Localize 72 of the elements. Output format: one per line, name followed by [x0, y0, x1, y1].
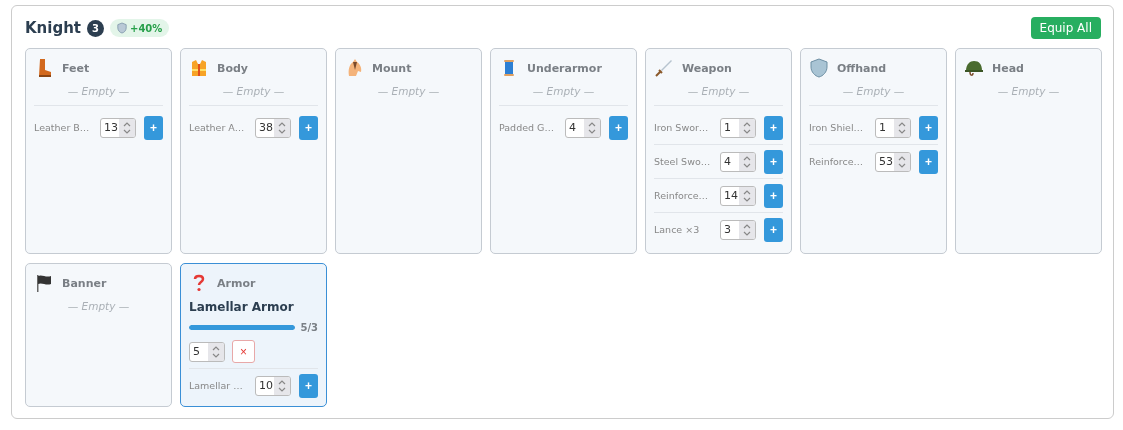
empty-text: — Empty —: [654, 85, 783, 106]
slot-title: Weapon: [682, 61, 732, 75]
empty-text: — Empty —: [809, 85, 938, 106]
spinner-icon[interactable]: [742, 154, 752, 169]
spinner-icon[interactable]: [742, 188, 752, 203]
quantity-field[interactable]: 14: [720, 185, 756, 206]
count-badge: 3: [87, 19, 105, 37]
slot-title: Underarmor: [527, 61, 602, 75]
quantity-field[interactable]: 3: [720, 219, 756, 240]
item-name: Iron Shiel…: [809, 122, 865, 133]
spinner-icon[interactable]: [277, 120, 287, 135]
quantity-field[interactable]: 4: [565, 117, 601, 138]
helmet-icon: [964, 58, 984, 78]
add-button[interactable]: +: [764, 115, 783, 140]
add-button[interactable]: +: [764, 183, 783, 208]
add-button[interactable]: +: [609, 115, 628, 140]
slot-title: Offhand: [837, 61, 887, 75]
quantity-field[interactable]: 4: [720, 151, 756, 172]
item-name: Iron Swor…: [654, 122, 710, 133]
quantity-field[interactable]: 53: [875, 151, 911, 172]
progress-reading: 5/3: [300, 322, 318, 333]
slot-title: Head: [992, 61, 1024, 75]
slot-title: Body: [217, 61, 248, 75]
unit-title: Knight: [25, 19, 82, 37]
shield-icon: [117, 22, 128, 34]
slot-title: Mount: [372, 61, 412, 75]
item-name: Leather A…: [189, 122, 246, 133]
vest-icon: [189, 58, 209, 78]
bonus-text: +40%: [130, 22, 163, 34]
add-button[interactable]: +: [299, 115, 318, 140]
dagger-icon: [654, 58, 674, 78]
quantity-field[interactable]: 1: [875, 117, 911, 138]
spinner-icon[interactable]: [122, 120, 132, 135]
spinner-icon[interactable]: [897, 120, 907, 135]
quantity-field[interactable]: 1: [720, 117, 756, 138]
item-name: Leather B…: [34, 122, 91, 133]
spinner-icon[interactable]: [277, 378, 287, 393]
remove-button[interactable]: ×: [232, 340, 255, 363]
add-button[interactable]: +: [764, 149, 783, 174]
empty-text: — Empty —: [34, 85, 163, 106]
spinner-icon[interactable]: [897, 154, 907, 169]
shield-icon: [809, 58, 829, 78]
item-name: Lance ×3: [654, 224, 701, 235]
spinner-icon[interactable]: [742, 120, 752, 135]
empty-text: — Empty —: [66, 300, 131, 314]
item-name: Padded G…: [499, 122, 555, 133]
slot-title: Banner: [62, 276, 107, 290]
flag-icon: [34, 273, 54, 293]
empty-text: — Empty —: [499, 85, 628, 106]
empty-text: — Empty —: [996, 85, 1061, 99]
slot-title: Feet: [62, 61, 90, 75]
quantity-field[interactable]: 5: [189, 341, 225, 362]
empty-text: — Empty —: [376, 85, 441, 99]
spinner-icon[interactable]: [211, 344, 221, 359]
quantity-field[interactable]: 38: [255, 117, 291, 138]
quantity-field[interactable]: 13: [100, 117, 136, 138]
equip-all-button[interactable]: Equip All: [1030, 17, 1101, 39]
item-name: Reinforce…: [654, 190, 710, 201]
empty-text: — Empty —: [189, 85, 318, 106]
slot-title: Armor: [217, 276, 256, 290]
item-name: Lamellar …: [189, 380, 244, 391]
add-button[interactable]: +: [919, 115, 938, 140]
add-button[interactable]: +: [299, 373, 318, 398]
item-name: Reinforce…: [809, 156, 865, 167]
item-name: Steel Swo…: [654, 156, 712, 167]
spinner-icon[interactable]: [742, 222, 752, 237]
add-button[interactable]: +: [764, 217, 783, 242]
spinner-icon[interactable]: [587, 120, 597, 135]
equipped-item-name: Lamellar Armor: [189, 300, 295, 314]
quantity-field[interactable]: 10: [255, 375, 291, 396]
add-button[interactable]: +: [144, 115, 163, 140]
add-button[interactable]: +: [919, 149, 938, 174]
